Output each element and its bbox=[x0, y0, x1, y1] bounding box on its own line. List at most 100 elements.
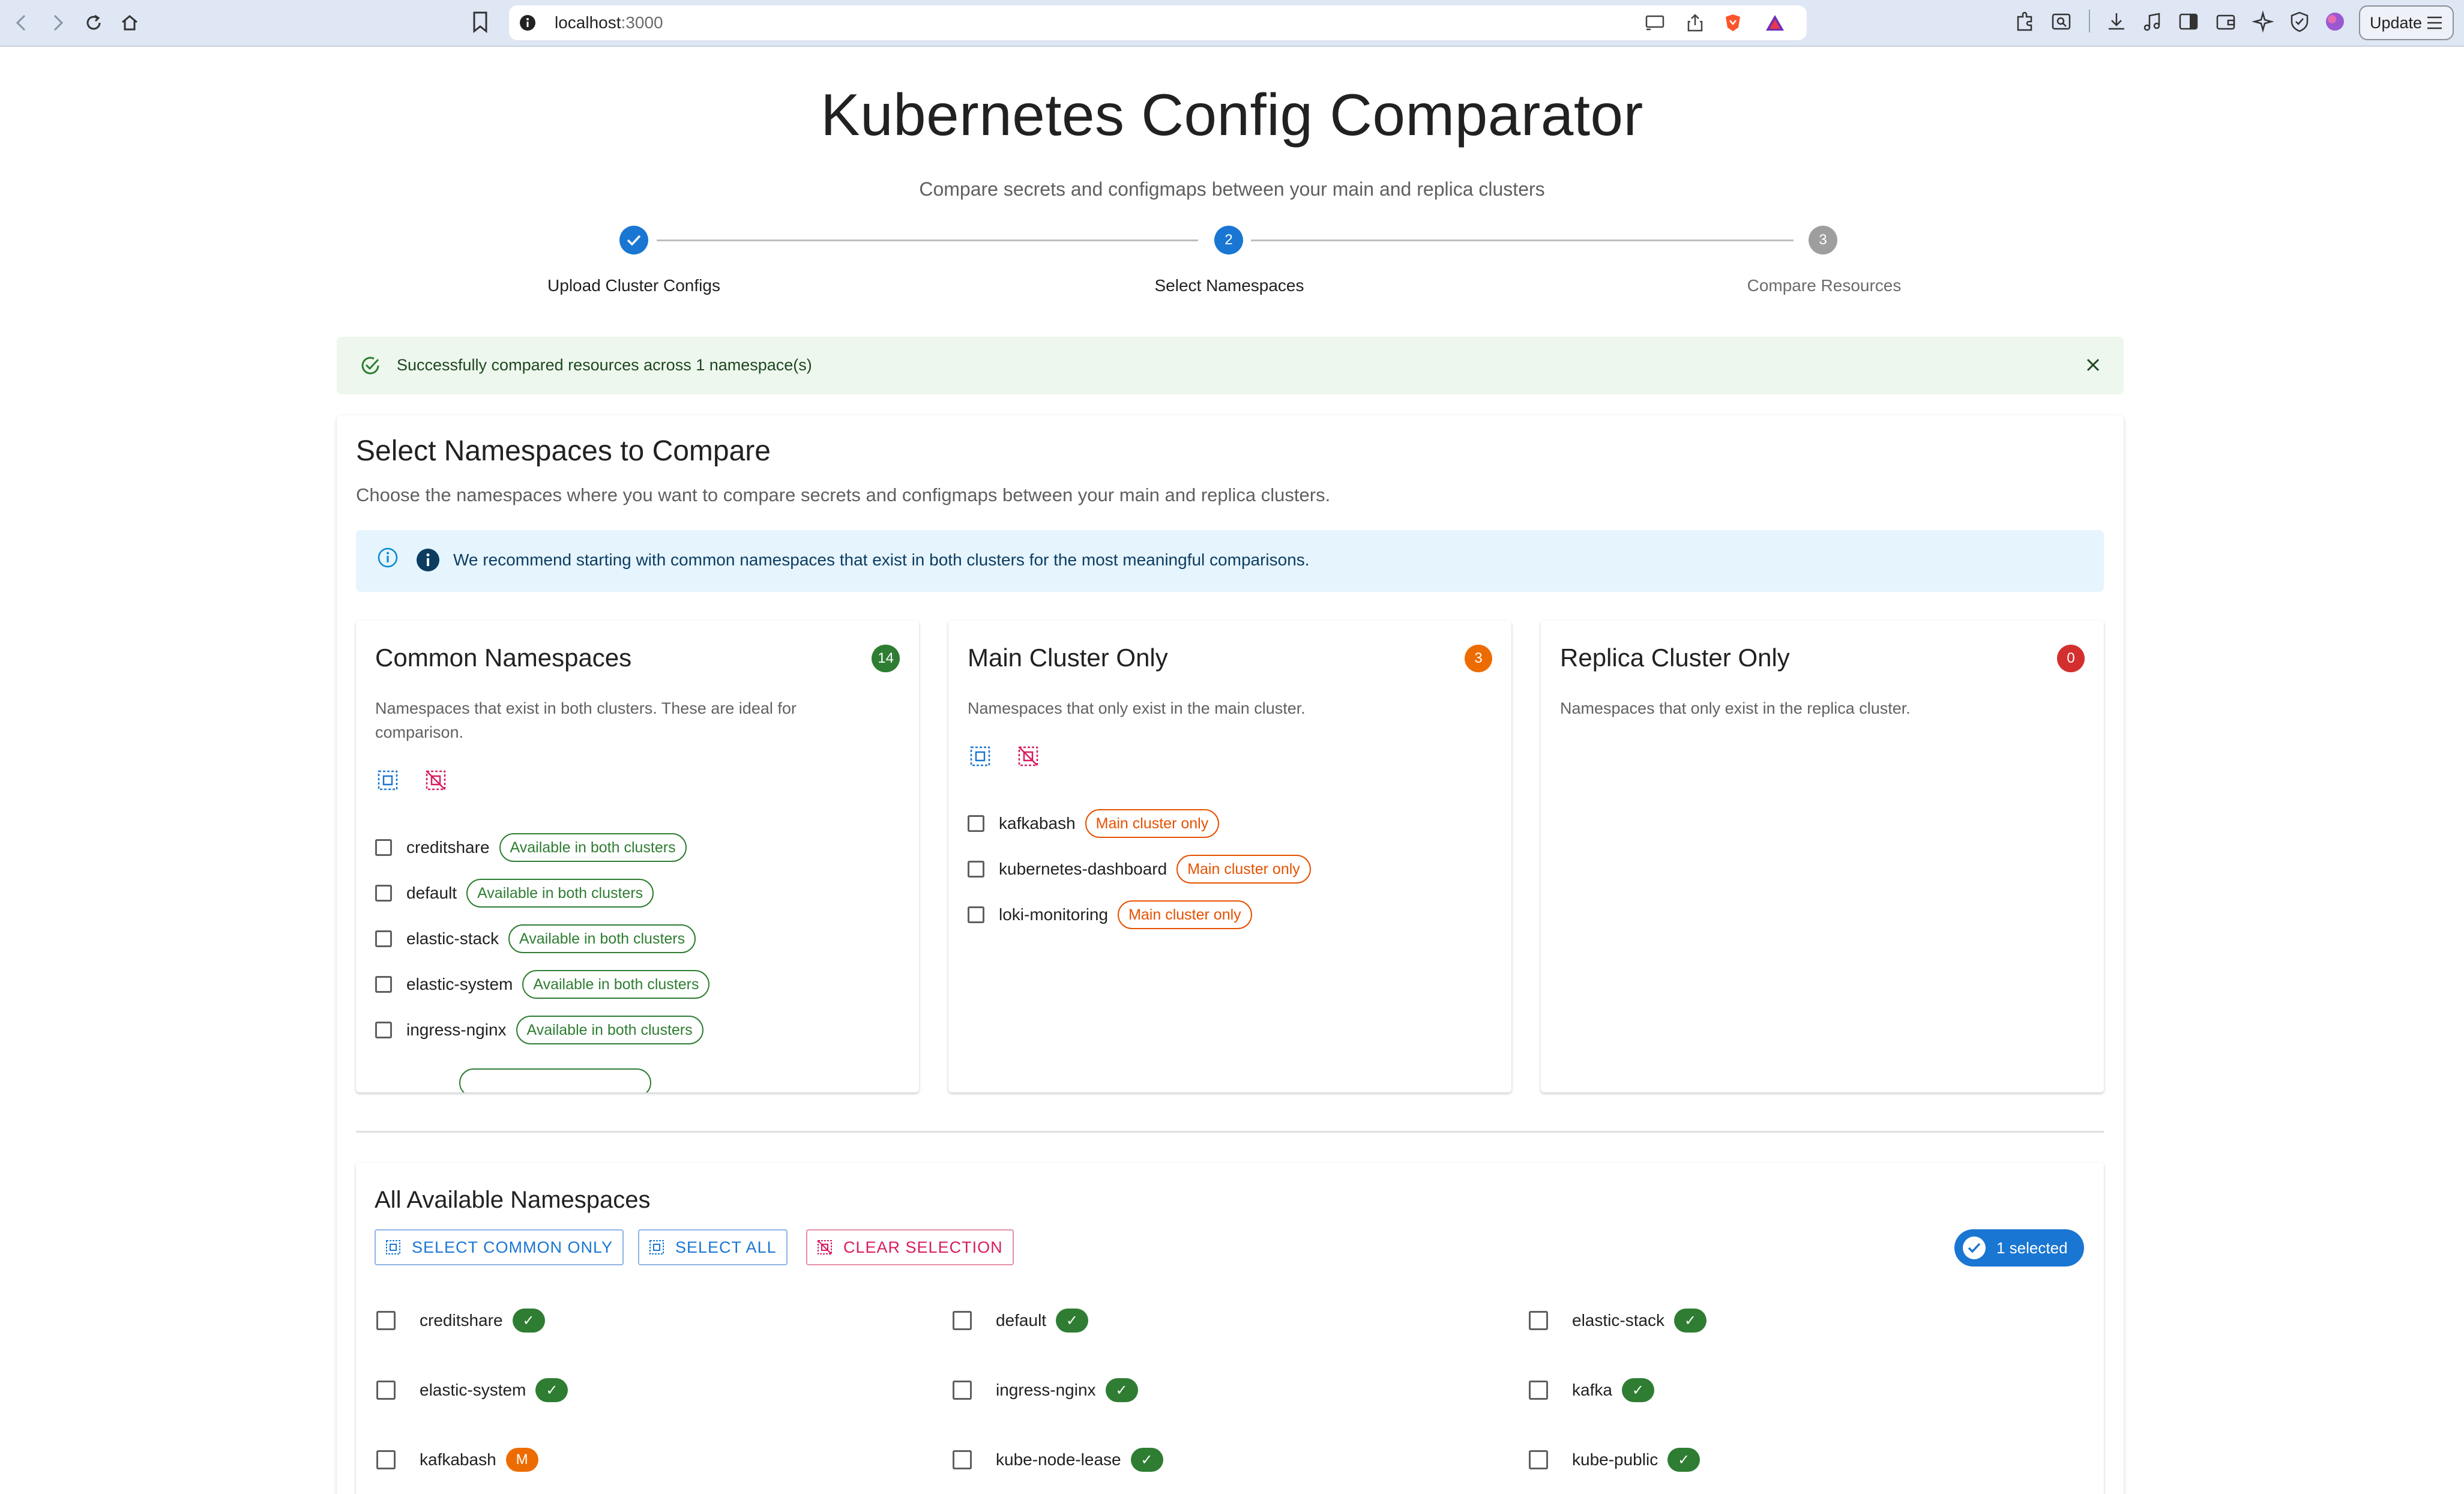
both-clusters-badge: ✓ bbox=[1056, 1309, 1089, 1333]
card-title: Replica Cluster Only bbox=[1560, 643, 1790, 672]
namespace-option[interactable]: kafkabash M bbox=[376, 1442, 538, 1478]
namespace-option[interactable]: elastic-stack ✓ bbox=[1529, 1303, 1707, 1339]
brave-shield-icon[interactable] bbox=[1724, 13, 1742, 32]
deselect-all-icon[interactable] bbox=[1016, 744, 1041, 772]
checkbox[interactable] bbox=[375, 1022, 392, 1038]
namespace-option[interactable]: ingress-nginx ✓ bbox=[953, 1372, 1138, 1408]
status-chip: Available in both clusters bbox=[516, 1016, 703, 1044]
namespace-option[interactable]: kube-public ✓ bbox=[1529, 1442, 1700, 1478]
namespace-option[interactable]: creditshare ✓ bbox=[376, 1303, 545, 1339]
selected-count-chip: 1 selected bbox=[1954, 1229, 2084, 1267]
list-item[interactable]: loki-monitoring Main cluster only bbox=[968, 892, 1311, 938]
reader-icon[interactable] bbox=[2050, 11, 2072, 32]
reload-icon[interactable] bbox=[80, 10, 107, 36]
checkbox[interactable] bbox=[953, 1450, 972, 1469]
select-all-button[interactable]: SELECT ALL bbox=[638, 1229, 788, 1265]
checkbox[interactable] bbox=[376, 1381, 396, 1400]
deselect-icon bbox=[818, 1240, 832, 1255]
status-chip: Main cluster only bbox=[1176, 855, 1311, 884]
media-icon[interactable] bbox=[2142, 11, 2163, 32]
extensions-icon[interactable] bbox=[2014, 11, 2036, 32]
page-subtitle: Compare secrets and configmaps between y… bbox=[919, 178, 1545, 200]
step-connector bbox=[657, 239, 1198, 241]
checkbox[interactable] bbox=[968, 861, 984, 878]
sidebar-icon[interactable] bbox=[2178, 11, 2199, 32]
step-connector bbox=[1251, 239, 1794, 241]
list-item[interactable]: default Available in both clusters bbox=[375, 870, 709, 916]
checkbox[interactable] bbox=[376, 1450, 396, 1469]
status-chip: Available in both clusters bbox=[499, 833, 687, 862]
checkbox[interactable] bbox=[375, 976, 392, 993]
home-icon[interactable] bbox=[116, 10, 143, 36]
select-all-icon[interactable] bbox=[968, 744, 993, 772]
checkbox[interactable] bbox=[376, 1311, 396, 1330]
status-chip: Available in both clusters bbox=[508, 924, 696, 953]
main-only-namespace-list: kafkabash Main cluster only kubernetes-da… bbox=[968, 801, 1311, 938]
replica-cluster-only-card: Replica Cluster Only 0 Namespaces that o… bbox=[1541, 621, 2104, 1092]
site-info-icon[interactable] bbox=[519, 14, 537, 32]
checkbox[interactable] bbox=[1529, 1381, 1548, 1400]
info-message: We recommend starting with common namesp… bbox=[453, 550, 1310, 569]
namespace-option[interactable]: kafka ✓ bbox=[1529, 1372, 1654, 1408]
list-item[interactable]: ingress-nginx Available in both clusters bbox=[375, 1007, 709, 1053]
step-1-completed-icon bbox=[619, 226, 648, 255]
wallet-icon[interactable] bbox=[2215, 11, 2237, 32]
bookmark-icon[interactable] bbox=[472, 11, 489, 34]
browser-toolbar: localhost:3000 Update bbox=[0, 0, 2464, 47]
step-3-indicator: 3 bbox=[1809, 226, 1837, 255]
both-clusters-badge: ✓ bbox=[1674, 1309, 1707, 1333]
both-clusters-badge: ✓ bbox=[512, 1309, 545, 1333]
checkbox[interactable] bbox=[1529, 1450, 1548, 1469]
cast-icon[interactable] bbox=[1645, 13, 1665, 32]
checkbox[interactable] bbox=[375, 930, 392, 947]
list-item[interactable]: creditshare Available in both clusters bbox=[375, 825, 709, 870]
checkbox[interactable] bbox=[375, 885, 392, 902]
forward-icon[interactable] bbox=[44, 10, 71, 36]
brave-rewards-icon[interactable] bbox=[1765, 13, 1785, 32]
list-item[interactable]: elastic-system Available in both clusters bbox=[375, 962, 710, 1007]
checkbox[interactable] bbox=[375, 839, 392, 856]
checkbox[interactable] bbox=[953, 1311, 972, 1330]
close-icon[interactable] bbox=[2084, 356, 2102, 377]
deselect-all-icon[interactable] bbox=[423, 768, 448, 796]
namespace-option[interactable]: kube-node-lease ✓ bbox=[953, 1442, 1163, 1478]
select-all-icon bbox=[386, 1240, 400, 1255]
vpn-icon[interactable] bbox=[2289, 11, 2310, 32]
step-1-label: Upload Cluster Configs bbox=[547, 276, 720, 295]
list-item[interactable]: elastic-stack Available in both clusters bbox=[375, 916, 709, 962]
checkbox[interactable] bbox=[968, 815, 984, 832]
profile-avatar[interactable] bbox=[2324, 11, 2346, 32]
info-alert: We recommend starting with common namesp… bbox=[356, 530, 2104, 592]
status-chip: Main cluster only bbox=[1085, 809, 1220, 838]
card-description: Namespaces that only exist in the replic… bbox=[1560, 699, 1911, 717]
card-description: Namespaces that exist in both clusters. … bbox=[375, 699, 797, 741]
select-all-icon[interactable] bbox=[375, 768, 400, 796]
namespace-option[interactable]: default ✓ bbox=[953, 1303, 1089, 1339]
both-clusters-badge: ✓ bbox=[535, 1378, 568, 1402]
checkbox[interactable] bbox=[953, 1381, 972, 1400]
downloads-icon[interactable] bbox=[2106, 11, 2127, 32]
main-only-badge: M bbox=[505, 1448, 538, 1472]
select-common-button[interactable]: SELECT COMMON ONLY bbox=[375, 1229, 624, 1265]
leo-ai-icon[interactable] bbox=[2252, 11, 2274, 32]
section-divider bbox=[356, 1131, 2104, 1133]
share-icon[interactable] bbox=[1687, 13, 1703, 32]
checkbox[interactable] bbox=[968, 906, 984, 923]
step-2-label: Select Namespaces bbox=[1154, 276, 1304, 295]
clear-selection-button[interactable]: CLEAR SELECTION bbox=[806, 1229, 1014, 1265]
common-namespace-list: creditshare Available in both clusters de… bbox=[375, 825, 710, 1092]
address-bar[interactable]: localhost:3000 bbox=[509, 5, 1807, 40]
card-title: Common Namespaces bbox=[375, 643, 632, 672]
card-title: Main Cluster Only bbox=[968, 643, 1168, 672]
card-actions bbox=[968, 744, 1041, 772]
list-item[interactable]: kubernetes-dashboard Main cluster only bbox=[968, 846, 1311, 892]
list-item[interactable]: kafkabash Main cluster only bbox=[968, 801, 1311, 846]
update-button[interactable]: Update bbox=[2359, 5, 2454, 40]
status-chip: Available in both clusters bbox=[522, 970, 710, 999]
namespace-option[interactable]: elastic-system ✓ bbox=[376, 1372, 568, 1408]
card-actions bbox=[375, 768, 448, 796]
back-icon[interactable] bbox=[8, 10, 35, 36]
list-item-clipped bbox=[375, 1053, 709, 1092]
step-2-indicator: 2 bbox=[1214, 226, 1243, 255]
checkbox[interactable] bbox=[1529, 1311, 1548, 1330]
